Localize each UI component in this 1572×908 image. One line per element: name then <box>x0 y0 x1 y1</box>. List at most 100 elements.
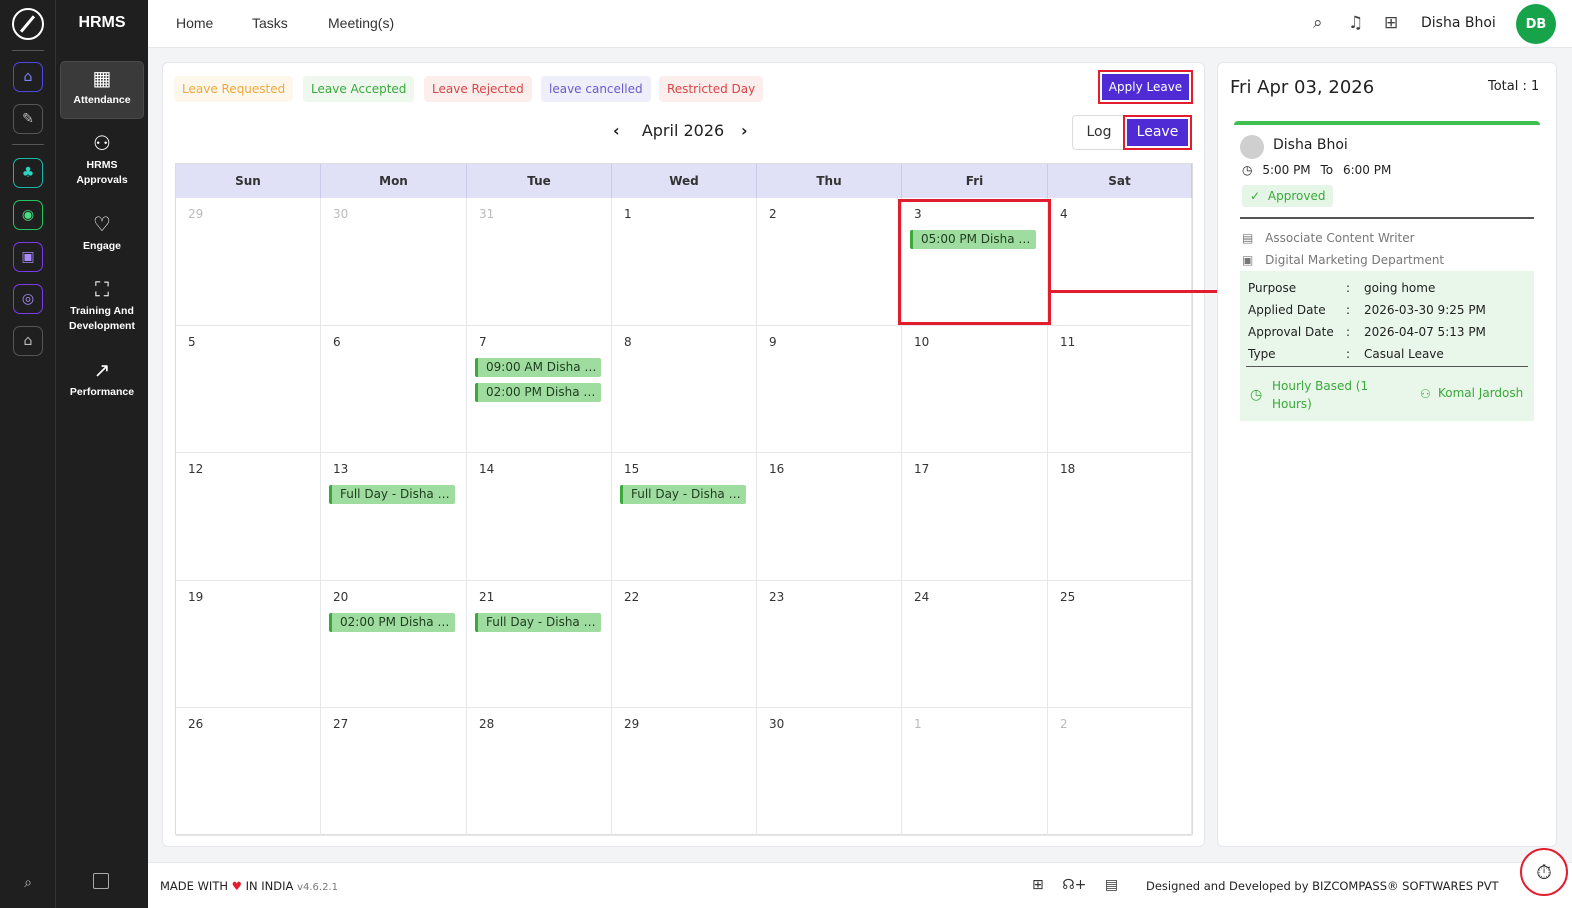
nav-home[interactable]: Home <box>176 15 213 31</box>
day-cell[interactable]: 31 <box>467 198 612 326</box>
leave-event[interactable]: 09:00 AM Disha Bhoi <box>475 357 601 377</box>
leave-event[interactable]: Full Day - Disha Bhoi <box>620 485 746 505</box>
day-cell[interactable]: 17 <box>902 453 1048 581</box>
leave-event[interactable]: 02:00 PM Disha Bhoi <box>475 382 601 402</box>
leave-event[interactable]: Full Day - Disha Bhoi <box>475 612 601 632</box>
detail-date: Fri Apr 03, 2026 <box>1230 77 1375 98</box>
day-cell[interactable]: 28 <box>467 708 612 836</box>
nav-tasks[interactable]: Tasks <box>252 15 288 31</box>
day-cell[interactable]: 27 <box>321 708 467 836</box>
user-name[interactable]: Disha Bhoi <box>1421 15 1496 31</box>
apply-leave-label: Apply Leave <box>1102 74 1189 100</box>
id-card-icon: ▤ <box>1242 231 1254 245</box>
day-cell[interactable]: 23 <box>757 580 902 709</box>
pin-icon[interactable]: ✎ <box>13 104 43 134</box>
day-cell[interactable]: 10 <box>902 325 1048 454</box>
org-chart-icon[interactable]: ♣ <box>13 158 43 188</box>
user-check-icon: ⚇ <box>93 133 111 155</box>
day-cell[interactable]: 5 <box>176 325 321 454</box>
presentation-icon: ⛶ <box>95 279 109 301</box>
day-number: 27 <box>333 717 349 732</box>
version: v4.6.2.1 <box>297 882 338 893</box>
day-number: 10 <box>914 334 930 349</box>
log-toggle-button[interactable]: Log <box>1073 116 1125 149</box>
search-icon[interactable]: ⌕ <box>1313 13 1323 33</box>
hourly-based: Hourly Based (1 Hours) <box>1272 379 1369 411</box>
day-cell[interactable]: 2 <box>1048 708 1192 836</box>
day-cell[interactable]: 9 <box>757 325 902 454</box>
day-cell[interactable]: 15 Full Day - Disha Bhoi <box>612 453 757 581</box>
day-cell[interactable]: 30 <box>757 708 902 836</box>
day-cell[interactable]: 12 <box>176 453 321 581</box>
sidebar-item-attendance[interactable]: ▦ Attendance <box>60 61 144 119</box>
collapse-sidebar-icon[interactable] <box>93 873 109 889</box>
day-cell[interactable]: 20 02:00 PM Disha Bhoi <box>321 580 467 709</box>
day-cell[interactable]: 11 <box>1048 325 1192 454</box>
apps-grid-icon[interactable]: ⊞ <box>1384 13 1398 33</box>
heart-icon: ♥ <box>231 879 242 893</box>
avatar[interactable]: DB <box>1516 4 1556 44</box>
day-number: 6 <box>333 334 341 349</box>
day-cell[interactable]: 6 <box>321 325 467 454</box>
day-number: 19 <box>188 589 204 604</box>
sidebar-item-performance[interactable]: ↗ Performance <box>60 361 144 400</box>
selected-day-highlight <box>898 199 1051 325</box>
day-cell[interactable]: 2 <box>757 198 902 326</box>
leave-detail-panel: Fri Apr 03, 2026 Total : 1 Disha Bhoi ◷ … <box>1217 62 1557 847</box>
day-cell[interactable]: 19 <box>176 580 321 709</box>
shield-icon[interactable]: ◉ <box>13 200 43 230</box>
windows-icon[interactable]: ⊞ <box>1032 877 1044 893</box>
home-icon[interactable]: ⌂ <box>13 62 43 92</box>
day-cell[interactable]: 24 <box>902 580 1048 709</box>
time-from: 5:00 PM <box>1262 163 1311 177</box>
briefcase-icon: ▣ <box>1242 253 1254 267</box>
day-cell[interactable]: 1 <box>902 708 1048 836</box>
day-cell[interactable]: 1 <box>612 198 757 326</box>
day-cell[interactable]: 22 <box>612 580 757 709</box>
leave-toggle-button[interactable]: Leave <box>1123 115 1192 150</box>
day-cell[interactable]: 26 <box>176 708 321 836</box>
sidebar-item-training[interactable]: ⛶ Training And Development <box>60 279 144 334</box>
leave-event[interactable]: Full Day - Disha Bhoi <box>329 485 455 505</box>
day-cell[interactable]: 8 <box>612 325 757 454</box>
day-cell[interactable]: 13 Full Day - Disha Bhoi <box>321 453 467 581</box>
chevron-left-icon[interactable]: ‹ <box>613 121 620 140</box>
day-number: 14 <box>479 462 495 477</box>
leave-card[interactable]: Disha Bhoi ◷ 5:00 PM To 6:00 PM ✓ Approv… <box>1234 121 1540 421</box>
leave-event[interactable]: 02:00 PM Disha Bhoi <box>329 612 455 632</box>
nav-meetings[interactable]: Meeting(s) <box>328 15 394 31</box>
search-icon[interactable]: ⌕ <box>13 868 43 898</box>
top-bar: Home Tasks Meeting(s) ⌕ ♫ ⊞ Disha Bhoi D… <box>148 0 1572 48</box>
day-cell[interactable]: 29 <box>612 708 757 836</box>
day-cell[interactable]: 16 <box>757 453 902 581</box>
approver-name: Komal Jardosh <box>1438 386 1524 400</box>
stopwatch-icon[interactable]: ⏱ <box>1520 848 1568 896</box>
building-icon[interactable]: ⌂ <box>13 326 43 356</box>
day-number: 13 <box>333 462 349 477</box>
briefcase-icon[interactable]: ▣ <box>13 242 43 272</box>
day-cell[interactable]: 4 <box>1048 198 1192 326</box>
check-circle-icon: ✓ <box>1250 189 1261 203</box>
day-cell[interactable]: 18 <box>1048 453 1192 581</box>
day-cell[interactable]: 14 <box>467 453 612 581</box>
sidebar-item-label: Performance <box>69 386 135 398</box>
apply-leave-button[interactable]: Apply Leave <box>1098 70 1193 104</box>
checklist-icon[interactable]: ▤ <box>1105 877 1118 893</box>
sidebar-item-hrms-approvals[interactable]: ⚇ HRMS Approvals <box>60 133 144 188</box>
weekday-header: Sun <box>176 164 321 198</box>
day-cell[interactable]: 21 Full Day - Disha Bhoi <box>467 580 612 709</box>
day-number: 20 <box>333 589 349 604</box>
day-cell[interactable]: 25 <box>1048 580 1192 709</box>
bell-icon[interactable]: ♫ <box>1348 13 1363 33</box>
month-navigator: ‹ April 2026 › <box>603 121 763 145</box>
compass-logo-icon[interactable] <box>12 8 44 40</box>
user-circle-icon[interactable]: ◎ <box>13 284 43 314</box>
day-number: 30 <box>769 717 785 732</box>
sidebar-item-engage[interactable]: ♡ Engage <box>60 215 144 254</box>
chevron-right-icon[interactable]: › <box>741 121 748 140</box>
support-icon[interactable]: ☊+ <box>1062 877 1086 893</box>
day-cell[interactable]: 7 09:00 AM Disha Bhoi 02:00 PM Disha Bhoi <box>467 325 612 454</box>
day-number: 21 <box>479 589 495 604</box>
day-cell[interactable]: 29 <box>176 198 321 326</box>
day-cell[interactable]: 30 <box>321 198 467 326</box>
